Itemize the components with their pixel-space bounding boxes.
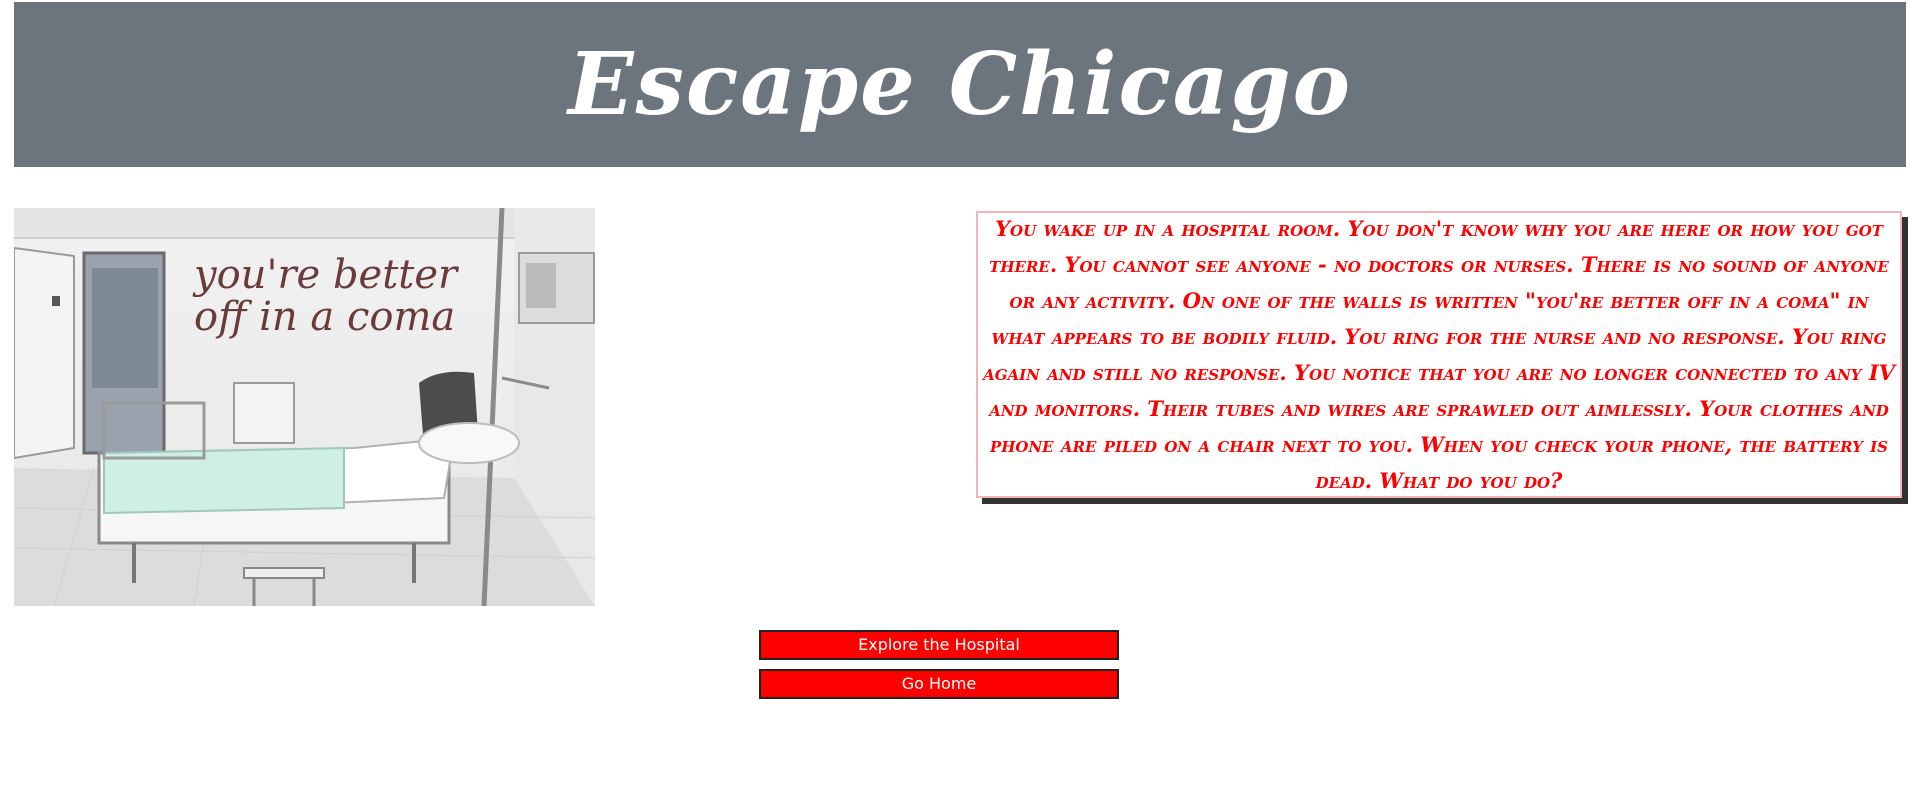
go-home-button[interactable]: Go Home <box>759 669 1119 699</box>
story-box: You wake up in a hospital room. You don'… <box>976 211 1902 498</box>
hospital-room-image: you're better off in a coma <box>14 208 595 606</box>
wall-text-line-1: you're better <box>192 252 460 298</box>
wall-text-line-2: off in a coma <box>194 294 455 340</box>
explore-hospital-button[interactable]: Explore the Hospital <box>759 630 1119 660</box>
choice-buttons: Explore the Hospital Go Home <box>759 630 1119 708</box>
hospital-room-illustration: you're better off in a coma <box>14 208 595 606</box>
page-title: Escape Chicago <box>567 33 1353 135</box>
site-header: Escape Chicago <box>14 2 1906 167</box>
story-text: You wake up in a hospital room. You don'… <box>983 215 1895 493</box>
page: Escape Chicago you're better off in a co… <box>0 0 1919 785</box>
